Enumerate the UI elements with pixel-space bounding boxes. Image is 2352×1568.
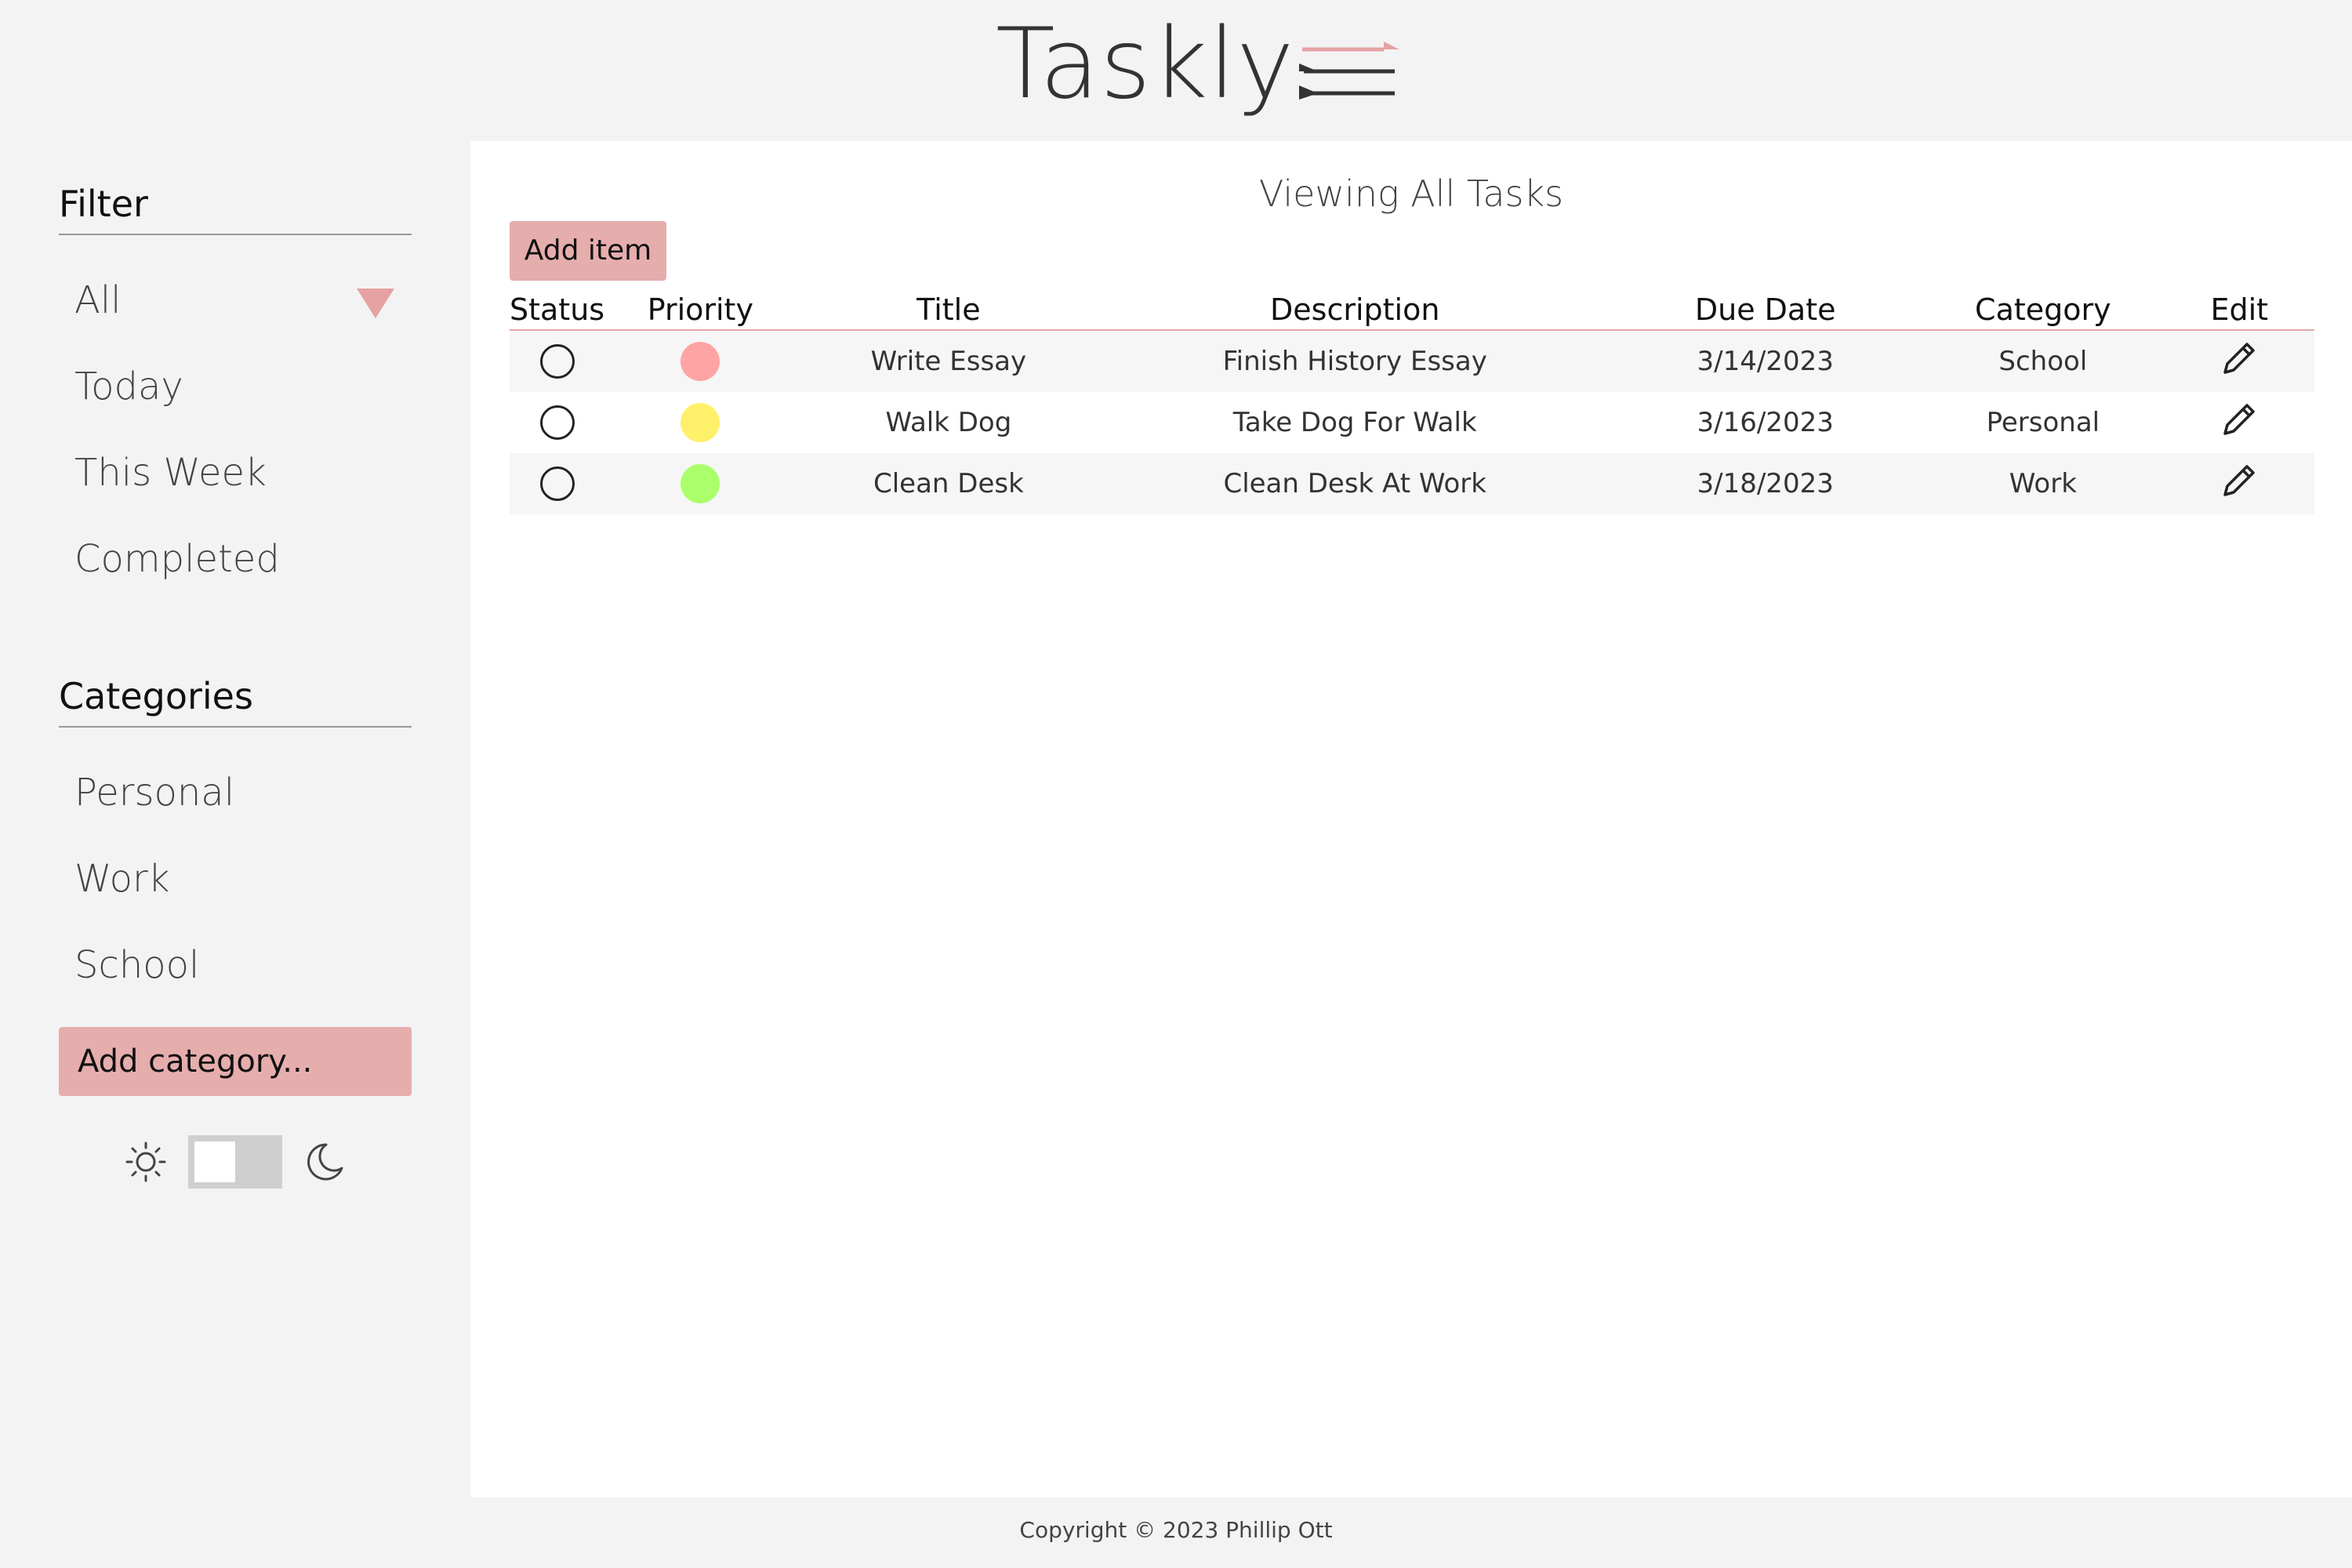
task-title: Write Essay xyxy=(796,330,1102,392)
status-checkbox[interactable] xyxy=(539,466,575,501)
footer-copyright: Copyright © 2023 Phillip Ott xyxy=(1019,1517,1333,1543)
status-checkbox[interactable] xyxy=(539,405,575,440)
column-header-title[interactable]: Title xyxy=(796,290,1102,331)
column-header-edit: Edit xyxy=(2164,290,2314,331)
filter-item-label: Today xyxy=(74,365,183,408)
task-category: School xyxy=(1922,330,2165,392)
pencil-icon xyxy=(2223,464,2255,496)
column-header-status[interactable]: Status xyxy=(510,290,605,331)
status-checkbox[interactable] xyxy=(539,344,575,379)
task-due-date: 3/14/2023 xyxy=(1609,330,1922,392)
app-logo: Taskly xyxy=(996,9,1401,119)
filter-item-today[interactable]: Today xyxy=(74,343,412,430)
table-row: Clean Desk Clean Desk At Work 3/18/2023 … xyxy=(510,453,2314,514)
category-item-label: Personal xyxy=(74,771,235,815)
filter-item-completed[interactable]: Completed xyxy=(74,516,412,602)
moon-icon xyxy=(307,1143,343,1181)
column-header-due-date[interactable]: Due Date xyxy=(1609,290,1922,331)
add-category-button[interactable]: Add category... xyxy=(59,1027,412,1096)
priority-indicator xyxy=(681,464,720,503)
sun-icon xyxy=(125,1142,166,1182)
task-description: Finish History Essay xyxy=(1101,330,1610,392)
main-panel: Viewing All Tasks Add item Status Priori… xyxy=(470,141,2352,1497)
filter-item-label: This Week xyxy=(74,451,267,495)
pencil-icon xyxy=(2223,342,2255,374)
task-description: Clean Desk At Work xyxy=(1101,453,1610,514)
edit-button[interactable] xyxy=(2219,460,2259,508)
filter-item-label: All xyxy=(74,278,122,322)
category-item-label: School xyxy=(74,943,200,987)
table-row: Walk Dog Take Dog For Walk 3/16/2023 Per… xyxy=(510,392,2314,453)
category-item-work[interactable]: Work xyxy=(74,836,412,922)
column-header-priority[interactable]: Priority xyxy=(604,290,797,331)
sidebar: Filter All Today This Week Completed Cat… xyxy=(59,180,412,1189)
filter-item-label: Completed xyxy=(74,537,280,581)
filter-item-all[interactable]: All xyxy=(74,257,412,343)
add-item-button[interactable]: Add item xyxy=(510,221,666,281)
task-category: Work xyxy=(1922,453,2165,514)
edit-button[interactable] xyxy=(2219,399,2259,447)
task-category: Personal xyxy=(1986,407,2100,438)
column-header-description[interactable]: Description xyxy=(1101,290,1610,331)
table-header-row: Status Priority Title Description Due Da… xyxy=(510,290,2314,331)
filter-list: All Today This Week Completed xyxy=(59,257,412,602)
task-due-date: 3/16/2023 xyxy=(1697,407,1834,438)
page-title: Viewing All Tasks xyxy=(1258,172,1564,215)
theme-toggle[interactable] xyxy=(188,1135,282,1189)
logo-text: Taskly xyxy=(996,8,1295,121)
task-description: Take Dog For Walk xyxy=(1232,407,1477,438)
theme-toggle-row xyxy=(59,1135,412,1189)
task-due-date: 3/18/2023 xyxy=(1609,453,1922,514)
category-item-personal[interactable]: Personal xyxy=(74,750,412,836)
category-item-school[interactable]: School xyxy=(74,922,412,1008)
categories-title: Categories xyxy=(59,673,412,728)
category-item-label: Work xyxy=(74,857,170,901)
task-title: Walk Dog xyxy=(885,407,1012,438)
column-header-category[interactable]: Category xyxy=(1922,290,2165,331)
toggle-knob xyxy=(194,1142,235,1182)
priority-indicator xyxy=(681,342,720,381)
task-table: Status Priority Title Description Due Da… xyxy=(510,290,2314,514)
category-list: Personal Work School xyxy=(59,750,412,1008)
filter-title: Filter xyxy=(59,180,412,235)
priority-indicator xyxy=(681,403,720,442)
dropdown-arrow-icon xyxy=(357,289,394,318)
edit-button[interactable] xyxy=(2219,338,2259,386)
list-arrows-icon xyxy=(1299,42,1400,100)
pencil-icon xyxy=(2223,403,2255,435)
table-row: Write Essay Finish History Essay 3/14/20… xyxy=(510,330,2314,392)
task-title: Clean Desk xyxy=(796,453,1102,514)
filter-item-this-week[interactable]: This Week xyxy=(74,430,412,516)
